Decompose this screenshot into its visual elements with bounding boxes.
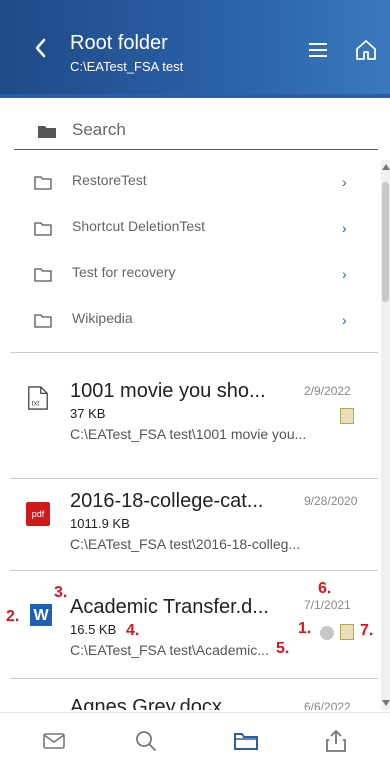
file-item-academic-transfer[interactable]: W Academic Transfer.d... 7/1/2021 16.5 K… <box>0 570 378 678</box>
file-name: Agnes Grey.docx <box>70 696 222 710</box>
chevron-right-icon: › <box>342 220 347 236</box>
folder-item-restoretest[interactable]: RestoreTest › <box>0 162 378 208</box>
file-name: Academic Transfer.d... <box>70 596 269 618</box>
scroll-up-icon[interactable] <box>382 164 390 170</box>
txt-file-icon: txt <box>28 386 48 410</box>
file-path: C:\EATest_FSA test\1001 movie you... <box>70 426 307 442</box>
file-name: 1001 movie you sho... <box>70 380 266 402</box>
annotation-6: 6. <box>318 580 332 597</box>
folder-label: Test for recovery <box>72 264 176 280</box>
folder-icon <box>34 314 52 328</box>
file-type-label: txt <box>32 398 40 407</box>
folder-icon <box>38 126 56 138</box>
annotation-1: 1. <box>298 620 312 637</box>
chevron-right-icon: › <box>342 312 347 328</box>
file-date: 2/9/2022 <box>304 384 351 398</box>
bottom-navigation <box>0 712 390 765</box>
scrollbar[interactable] <box>381 160 390 710</box>
file-date: 9/28/2020 <box>304 494 358 508</box>
file-type-label: pdf <box>31 509 45 519</box>
chevron-right-icon: › <box>342 174 347 190</box>
share-icon[interactable] <box>322 727 350 755</box>
folder-label: RestoreTest <box>72 172 147 188</box>
file-date: 7/1/2021 <box>304 598 351 612</box>
file-size: 1011.9 KB <box>70 516 130 531</box>
folder-item-wikipedia[interactable]: Wikipedia › <box>0 300 378 346</box>
scroll-down-icon[interactable] <box>382 700 390 706</box>
annotation-7: 7. <box>360 622 374 639</box>
file-path: C:\EATest_FSA test\2016-18-colleg... <box>70 536 301 552</box>
folder-label: Wikipedia <box>72 310 133 326</box>
annotation-3: 3. <box>54 584 68 601</box>
file-list[interactable]: RestoreTest › Shortcut DeletionTest › Te… <box>0 160 378 710</box>
chevron-left-icon <box>35 38 46 58</box>
file-size: 16.5 KB <box>70 622 117 637</box>
search-bar[interactable]: Search <box>14 108 378 150</box>
folder-icon <box>34 268 52 282</box>
back-button[interactable] <box>34 36 48 60</box>
pdf-file-icon: pdf <box>26 502 50 526</box>
home-icon[interactable] <box>354 38 378 62</box>
status-dot-icon <box>320 626 334 640</box>
file-path: C:\EATest_FSA test\Academic... <box>70 642 269 658</box>
file-item-agnes-grey[interactable]: Agnes Grey.docx 6/6/2022 <box>0 678 378 710</box>
chevron-right-icon: › <box>342 266 347 282</box>
mail-icon[interactable] <box>40 727 68 755</box>
file-type-label: W <box>33 607 49 624</box>
file-name: 2016-18-college-cat... <box>70 490 264 512</box>
file-size: 37 KB <box>70 406 106 421</box>
scrollbar-thumb[interactable] <box>382 182 389 302</box>
divider <box>10 352 378 353</box>
app-header: Root folder C:\EATest_FSA test <box>0 0 390 98</box>
folder-icon[interactable] <box>232 727 260 755</box>
annotation-5: 5. <box>276 640 290 657</box>
archived-document-icon <box>340 408 354 424</box>
annotation-4: 4. <box>126 622 140 639</box>
search-icon[interactable] <box>132 727 160 755</box>
menu-icon[interactable] <box>309 43 327 57</box>
file-date: 6/6/2022 <box>304 700 351 710</box>
archived-document-icon <box>340 624 354 640</box>
page-title: Root folder <box>70 32 168 54</box>
folder-item-shortcut-deletiontest[interactable]: Shortcut DeletionTest › <box>0 208 378 254</box>
folder-label: Shortcut DeletionTest <box>72 218 206 234</box>
folder-item-test-for-recovery[interactable]: Test for recovery › <box>0 254 378 300</box>
search-input[interactable]: Search <box>72 120 126 140</box>
page-subtitle: C:\EATest_FSA test <box>70 59 184 74</box>
file-item-1001-movie[interactable]: txt 1001 movie you sho... 2/9/2022 37 KB… <box>0 368 378 476</box>
folder-icon <box>34 176 52 190</box>
folder-icon <box>34 222 52 236</box>
annotation-2: 2. <box>6 608 20 625</box>
word-file-icon: W <box>30 604 52 626</box>
